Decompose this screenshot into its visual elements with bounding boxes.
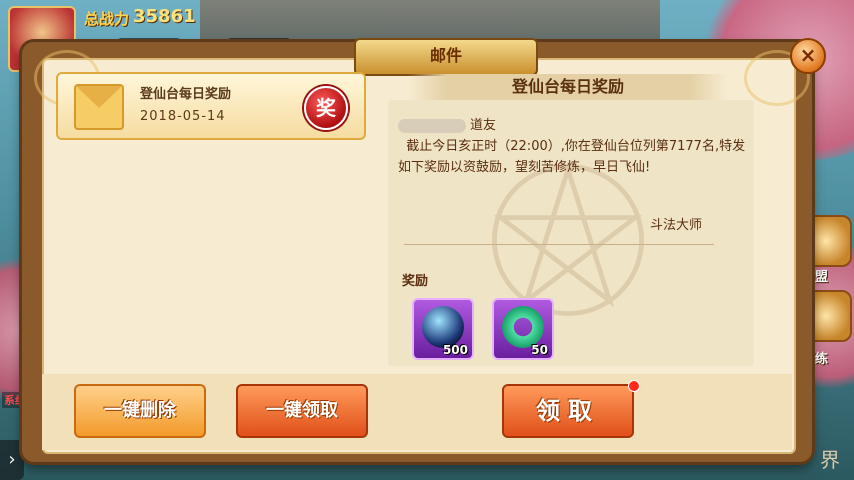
mail-item-date: 2018-05-14 — [140, 109, 226, 124]
mail-list-item[interactable]: 登仙台每日奖励 2018-05-14 奖 — [56, 72, 366, 140]
claim-button[interactable]: 领取 — [502, 384, 634, 438]
delete-all-button[interactable]: 一键删除 — [74, 384, 206, 438]
mail-content-title: 登仙台每日奖励 — [408, 74, 728, 100]
reward-quantity: 50 — [531, 343, 548, 357]
claim-all-button[interactable]: 一键领取 — [236, 384, 368, 438]
reward-item-slot[interactable]: 500 — [412, 298, 474, 360]
notification-dot-icon — [628, 380, 640, 392]
mail-body-text: 截止今日亥正时（22:00）,你在登仙台位列第7177名,特发如下奖励以资鼓励，… — [398, 139, 746, 175]
pentagram-watermark-icon — [492, 161, 644, 316]
recipient-suffix: 道友 — [470, 118, 497, 133]
star-orb-icon — [422, 306, 464, 348]
reward-quantity: 500 — [442, 343, 468, 357]
mail-dialog: 邮件 × 登仙台每日奖励 2018-05-14 奖 登仙台每日奖励 道友 截止今… — [22, 38, 826, 462]
redacted-player-name — [398, 118, 466, 133]
mail-recipient: 道友 — [398, 114, 496, 133]
content-divider — [404, 244, 714, 245]
reward-item-slot[interactable]: 50 — [492, 298, 554, 360]
world-chat-label[interactable]: 界 — [820, 444, 840, 473]
action-bar: 一键删除 一键领取 领取 — [42, 374, 792, 450]
mail-content-panel: 道友 截止今日亥正时（22:00）,你在登仙台位列第7177名,特发如下奖励以资… — [388, 100, 754, 366]
dialog-title: 邮件 — [354, 38, 538, 76]
power-label: 总战力 — [84, 10, 130, 28]
power-value: 35861 — [133, 6, 196, 27]
mail-signature: 斗法大师 — [650, 218, 703, 233]
close-icon[interactable]: × — [790, 38, 826, 74]
jade-ring-icon — [502, 306, 544, 348]
reward-badge-icon: 奖 — [304, 86, 348, 130]
mail-item-title: 登仙台每日奖励 — [140, 87, 232, 102]
rewards-label: 奖励 — [402, 274, 429, 289]
envelope-icon — [74, 84, 124, 130]
expand-arrow-icon[interactable]: › — [0, 440, 24, 480]
